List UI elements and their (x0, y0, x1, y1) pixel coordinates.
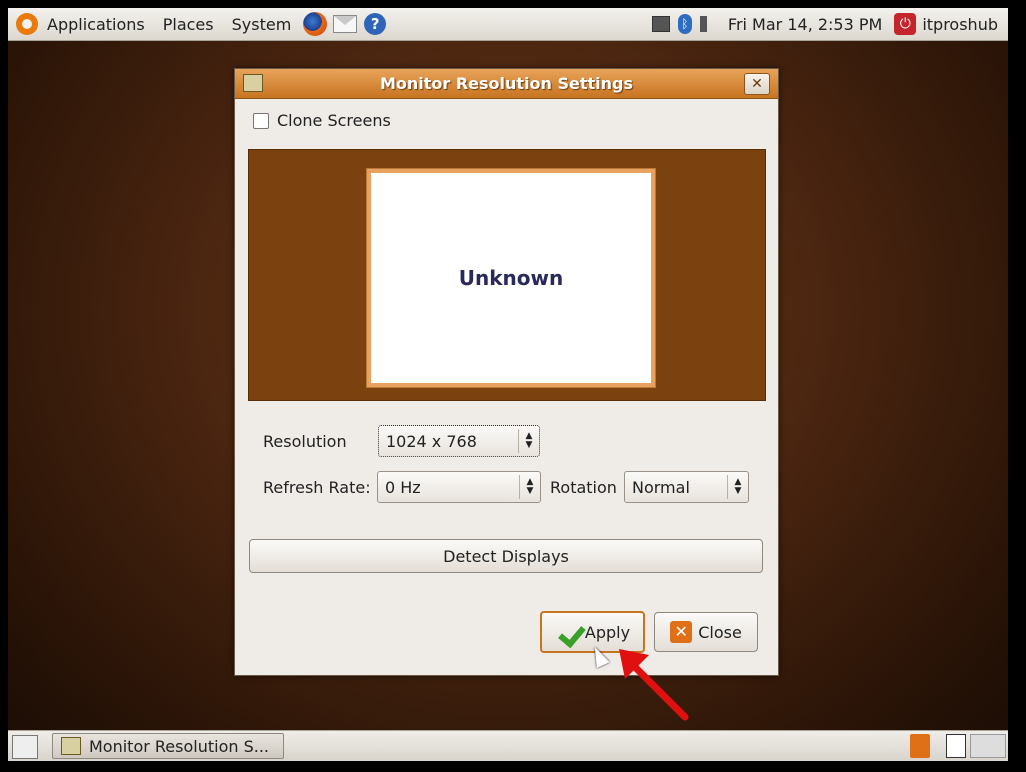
menu-system[interactable]: System (223, 15, 301, 34)
network-icon[interactable] (651, 16, 670, 32)
menu-applications[interactable]: Applications (38, 15, 154, 34)
bluetooth-icon[interactable]: ᛒ (677, 14, 692, 34)
mail-launcher[interactable] (332, 11, 358, 37)
rotation-value: Normal (632, 477, 690, 497)
rotation-label: Rotation (550, 478, 617, 497)
ubuntu-logo-icon[interactable] (16, 13, 38, 35)
taskbar-window-label: Monitor Resolution S... (89, 736, 270, 756)
clone-screens-checkbox[interactable] (253, 112, 269, 129)
workspace-1[interactable] (946, 734, 966, 758)
refresh-rate-value: 0 Hz (385, 477, 421, 497)
help-launcher[interactable]: ? (362, 11, 388, 37)
dialog-titlebar[interactable]: Monitor Resolution Settings ✕ (235, 69, 778, 99)
resolution-value: 1024 x 768 (386, 431, 477, 451)
menu-places[interactable]: Places (154, 15, 223, 34)
refresh-rate-select[interactable]: 0 Hz ▲ ▼ (377, 471, 541, 503)
monitor-preview[interactable]: Unknown (366, 168, 656, 388)
power-icon[interactable]: ⏻ (894, 13, 917, 35)
bottom-panel: Monitor Resolution S... (8, 730, 1008, 761)
detect-displays-button[interactable]: Detect Displays (249, 539, 763, 573)
trash-icon[interactable] (910, 734, 930, 758)
apply-label: Apply (584, 622, 631, 642)
resolution-label: Resolution (263, 432, 347, 451)
annotation-arrow-icon (619, 649, 689, 721)
firefox-launcher[interactable] (302, 11, 328, 37)
spinner-arrows-icon: ▲ ▼ (727, 475, 748, 499)
monitor-layout-area[interactable]: Unknown (248, 149, 766, 401)
close-icon: ✕ (670, 621, 693, 643)
spinner-arrows-icon: ▲ ▼ (518, 429, 539, 453)
clone-screens-label[interactable]: Clone Screens (277, 111, 391, 130)
help-icon: ? (364, 13, 387, 35)
top-panel: Applications Places System ? ᛒ Fri Mar 1… (8, 8, 1008, 41)
refresh-rate-label: Refresh Rate: (263, 478, 371, 497)
monitor-resolution-dialog: Monitor Resolution Settings ✕ Clone Scre… (234, 68, 779, 676)
show-desktop-icon[interactable] (12, 735, 38, 759)
check-icon (555, 622, 579, 642)
clock[interactable]: Fri Mar 14, 2:53 PM (728, 15, 882, 34)
firefox-icon (303, 12, 328, 36)
user-name[interactable]: itproshub (922, 15, 998, 34)
display-icon (61, 737, 81, 755)
spinner-arrows-icon: ▲ ▼ (519, 475, 540, 499)
monitor-label: Unknown (458, 266, 564, 290)
resolution-select[interactable]: 1024 x 768 ▲ ▼ (378, 425, 540, 457)
taskbar-window-button[interactable]: Monitor Resolution S... (52, 733, 284, 759)
mail-icon (333, 15, 358, 33)
workspace-2[interactable] (970, 734, 1006, 758)
clone-screens-row[interactable]: Clone Screens (253, 111, 391, 130)
close-label: Close (698, 622, 742, 642)
volume-icon[interactable] (699, 16, 718, 32)
dialog-title: Monitor Resolution Settings (379, 74, 634, 93)
rotation-select[interactable]: Normal ▲ ▼ (624, 471, 749, 503)
display-icon (243, 74, 263, 92)
titlebar-close-button[interactable]: ✕ (744, 73, 770, 95)
